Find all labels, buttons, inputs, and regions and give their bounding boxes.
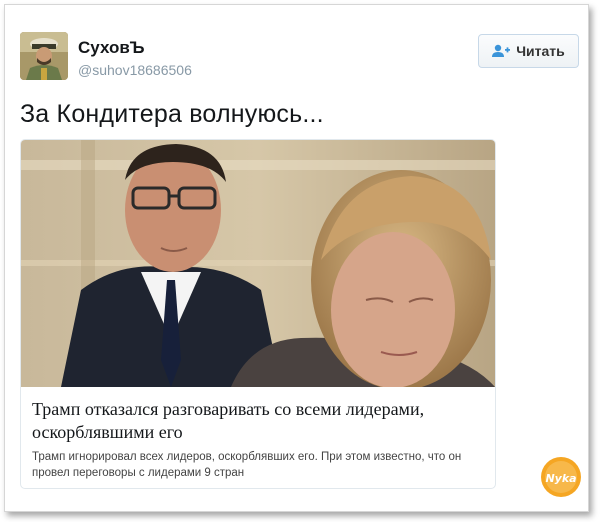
card-title[interactable]: Трамп отказался разговаривать со всеми л… <box>32 398 487 444</box>
follow-button-label: Читать <box>516 43 565 59</box>
tweet-text: За Кондитера волнуюсь... <box>20 100 324 128</box>
display-name[interactable]: СуховЪ <box>78 38 145 58</box>
follow-button[interactable]: Читать <box>478 34 579 68</box>
watermark-logo: Nyka <box>540 456 582 498</box>
user-handle[interactable]: @suhov18686506 <box>78 62 192 78</box>
user-avatar[interactable] <box>20 32 68 80</box>
card-description: Трамп игнорировал всех лидеров, оскорбля… <box>32 451 462 479</box>
svg-text:Nyka: Nyka <box>545 472 576 485</box>
card-image[interactable] <box>21 140 495 387</box>
tweet-header: СуховЪ @suhov18686506 Читать <box>20 32 580 92</box>
link-card[interactable]: Трамп отказался разговаривать со всеми л… <box>20 139 496 489</box>
add-user-icon <box>492 44 511 58</box>
